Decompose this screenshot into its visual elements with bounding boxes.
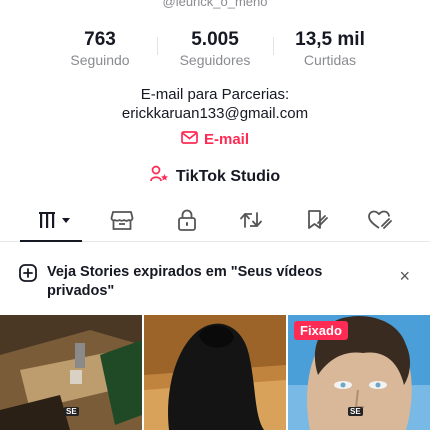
tiktok-studio-button[interactable]: TikTok Studio bbox=[0, 165, 430, 188]
add-story-icon bbox=[18, 263, 38, 288]
liked-icon bbox=[367, 209, 393, 236]
tab-reposts[interactable] bbox=[231, 208, 271, 236]
stat-divider bbox=[157, 37, 158, 55]
tab-favorites[interactable] bbox=[297, 208, 337, 236]
videos-grid-icon bbox=[37, 210, 73, 235]
profile-stats: 763 Seguindo 5.005 Seguidores 13,5 mil C… bbox=[0, 29, 430, 71]
repost-icon bbox=[239, 209, 263, 236]
video-thumbnail[interactable] bbox=[144, 315, 286, 430]
following-label: Seguindo bbox=[70, 52, 130, 68]
video-tag: SE bbox=[348, 407, 363, 416]
stat-divider bbox=[273, 37, 274, 55]
tab-liked[interactable] bbox=[360, 208, 400, 236]
stories-banner[interactable]: Veja Stories expirados em "Seus vídeos p… bbox=[0, 243, 430, 313]
tab-shop[interactable] bbox=[102, 208, 142, 236]
close-icon[interactable]: × bbox=[399, 267, 410, 285]
favorites-icon bbox=[305, 209, 329, 236]
tiktok-studio-label: TikTok Studio bbox=[175, 167, 281, 185]
bio-line: E-mail para Parcerias: bbox=[140, 86, 290, 103]
video-thumbnail[interactable]: SE bbox=[0, 315, 142, 430]
shop-icon bbox=[110, 209, 134, 236]
followers-stat[interactable]: 5.005 Seguidores bbox=[160, 29, 270, 68]
email-button[interactable]: E-mail bbox=[0, 131, 430, 148]
video-grid: SE Fixado SE bbox=[0, 315, 430, 430]
lock-icon bbox=[177, 209, 197, 236]
video-image bbox=[144, 315, 286, 430]
profile-handle: @leurick_o_meno bbox=[162, 0, 268, 9]
tab-videos[interactable] bbox=[35, 208, 75, 236]
bio-email: erickkaruan133@gmail.com bbox=[121, 105, 309, 122]
following-stat[interactable]: 763 Seguindo bbox=[45, 29, 155, 68]
followers-count: 5.005 bbox=[191, 29, 239, 50]
active-tab-indicator bbox=[20, 240, 82, 242]
pinned-badge: Fixado bbox=[294, 321, 348, 340]
stories-banner-text: Veja Stories expirados em "Seus vídeos p… bbox=[47, 264, 323, 299]
following-count: 763 bbox=[84, 29, 116, 50]
mail-icon bbox=[181, 131, 198, 148]
profile-bio: E-mail para Parcerias: erickkaruan133@gm… bbox=[0, 85, 430, 123]
likes-stat[interactable]: 13,5 mil Curtidas bbox=[275, 29, 385, 68]
creator-star-icon bbox=[149, 165, 169, 188]
likes-count: 13,5 mil bbox=[295, 29, 365, 50]
video-thumbnail[interactable]: Fixado SE bbox=[288, 315, 430, 430]
followers-label: Seguidores bbox=[179, 52, 251, 68]
email-button-label: E-mail bbox=[203, 131, 249, 148]
tab-private[interactable] bbox=[167, 208, 207, 236]
video-tag: SE bbox=[64, 407, 79, 416]
likes-label: Curtidas bbox=[303, 52, 357, 68]
profile-tabs bbox=[0, 202, 430, 242]
